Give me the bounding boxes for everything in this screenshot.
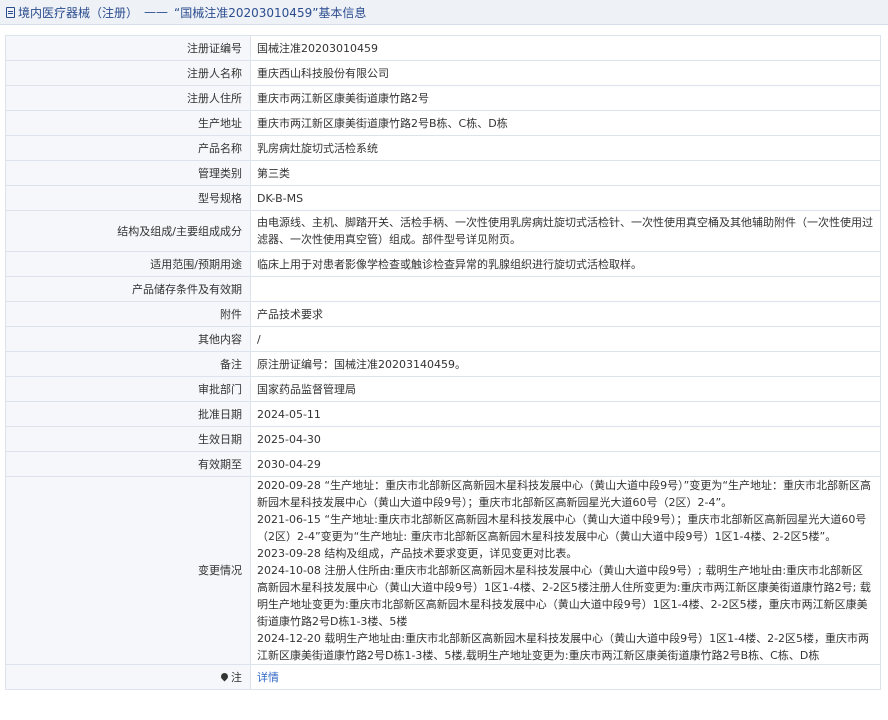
page-title: “国械注准20203010459”基本信息	[174, 5, 367, 20]
pin-icon	[219, 671, 230, 681]
change-entry: 2023-09-28 结构及组成，产品技术要求变更，详见变更对比表。	[257, 547, 578, 560]
field-value: 重庆市两江新区康美街道康竹路2号	[250, 85, 881, 111]
field-label: 其他内容	[5, 326, 251, 352]
field-label: 产品储存条件及有效期	[5, 276, 251, 302]
table-row-model-spec: 型号规格 DK-B-MS	[5, 185, 881, 211]
table-row-effective-date: 生效日期 2025-04-30	[5, 426, 881, 452]
field-value: /	[250, 326, 881, 352]
field-value: 2025-04-30	[250, 426, 881, 452]
table-row-registrant-address: 注册人住所 重庆市两江新区康美街道康竹路2号	[5, 85, 881, 111]
field-label: 变更情况	[5, 476, 251, 665]
table-row-management-class: 管理类别 第三类	[5, 160, 881, 186]
field-value: 第三类	[250, 160, 881, 186]
field-value: 原注册证编号：国械注准20203140459。	[250, 351, 881, 377]
table-row-storage-validity: 产品储存条件及有效期	[5, 276, 881, 302]
breadcrumb-separator: ——	[144, 5, 169, 19]
table-row-registration-number: 注册证编号 国械注准20203010459	[5, 35, 881, 61]
note-label-cell: 注	[5, 664, 251, 690]
table-row-attachment: 附件 产品技术要求	[5, 301, 881, 327]
field-value: 重庆市两江新区康美街道康竹路2号B栋、C栋、D栋	[250, 110, 881, 136]
table-row-other-content: 其他内容 /	[5, 326, 881, 352]
breadcrumb-category[interactable]: 境内医疗器械（注册）	[18, 4, 138, 21]
field-value: 国家药品监督管理局	[250, 376, 881, 402]
field-value: 2024-05-11	[250, 401, 881, 427]
table-row-intended-use: 适用范围/预期用途 临床上用于对患者影像学检查或触诊检查异常的乳腺组织进行旋切式…	[5, 251, 881, 277]
field-label: 产品名称	[5, 135, 251, 161]
table-row-approval-department: 审批部门 国家药品监督管理局	[5, 376, 881, 402]
change-entry: 2021-06-15 “生产地址:重庆市北部新区高新园木星科技发展中心（黄山大道…	[257, 513, 867, 543]
change-entry: 2024-12-20 载明生产地址由:重庆市北部新区高新园木星科技发展中心（黄山…	[257, 632, 870, 662]
field-value	[250, 276, 881, 302]
field-label: 管理类别	[5, 160, 251, 186]
field-value: 重庆西山科技股份有限公司	[250, 60, 881, 86]
field-label: 结构及组成/主要组成成分	[5, 210, 251, 252]
table-row-product-name: 产品名称 乳房病灶旋切式活检系统	[5, 135, 881, 161]
note-label: 注	[231, 670, 242, 684]
field-label: 审批部门	[5, 376, 251, 402]
field-label: 注册人住所	[5, 85, 251, 111]
table-row-remarks: 备注 原注册证编号：国械注准20203140459。	[5, 351, 881, 377]
table-row-production-address: 生产地址 重庆市两江新区康美街道康竹路2号B栋、C栋、D栋	[5, 110, 881, 136]
field-label: 批准日期	[5, 401, 251, 427]
change-history-list: 2020-09-28 “生产地址：重庆市北部新区高新园木星科技发展中心（黄山大道…	[250, 476, 881, 665]
field-label: 生产地址	[5, 110, 251, 136]
page-header: 境内医疗器械（注册） —— “国械注准20203010459”基本信息	[0, 0, 888, 25]
registration-info-table: 注册证编号 国械注准20203010459 注册人名称 重庆西山科技股份有限公司…	[5, 35, 881, 690]
field-label: 有效期至	[5, 451, 251, 477]
field-value: 产品技术要求	[250, 301, 881, 327]
change-entry: 2020-09-28 “生产地址：重庆市北部新区高新园木星科技发展中心（黄山大道…	[257, 479, 872, 509]
note-value-cell: 详情	[250, 664, 881, 690]
field-label: 适用范围/预期用途	[5, 251, 251, 277]
field-label: 型号规格	[5, 185, 251, 211]
field-label: 备注	[5, 351, 251, 377]
change-entry: 2024-10-08 注册人住所由:重庆市北部新区高新园木星科技发展中心（黄山大…	[257, 564, 871, 628]
field-label: 注册证编号	[5, 35, 251, 61]
field-label: 附件	[5, 301, 251, 327]
table-row-structure-composition: 结构及组成/主要组成成分 由电源线、主机、脚踏开关、活检手柄、一次性使用乳房病灶…	[5, 210, 881, 252]
table-row-valid-until: 有效期至 2030-04-29	[5, 451, 881, 477]
field-value: 由电源线、主机、脚踏开关、活检手柄、一次性使用乳房病灶旋切式活检针、一次性使用真…	[250, 210, 881, 252]
table-row-approval-date: 批准日期 2024-05-11	[5, 401, 881, 427]
field-value: 乳房病灶旋切式活检系统	[250, 135, 881, 161]
field-value: 国械注准20203010459	[250, 35, 881, 61]
field-label: 生效日期	[5, 426, 251, 452]
field-value: 2030-04-29	[250, 451, 881, 477]
table-row-note: 注 详情	[5, 664, 881, 690]
details-link[interactable]: 详情	[257, 671, 279, 684]
table-row-registrant-name: 注册人名称 重庆西山科技股份有限公司	[5, 60, 881, 86]
field-label: 注册人名称	[5, 60, 251, 86]
table-row-change-history: 变更情况 2020-09-28 “生产地址：重庆市北部新区高新园木星科技发展中心…	[5, 476, 881, 665]
document-icon	[6, 6, 15, 18]
field-value: 临床上用于对患者影像学检查或触诊检查异常的乳腺组织进行旋切式活检取样。	[250, 251, 881, 277]
field-value: DK-B-MS	[250, 185, 881, 211]
